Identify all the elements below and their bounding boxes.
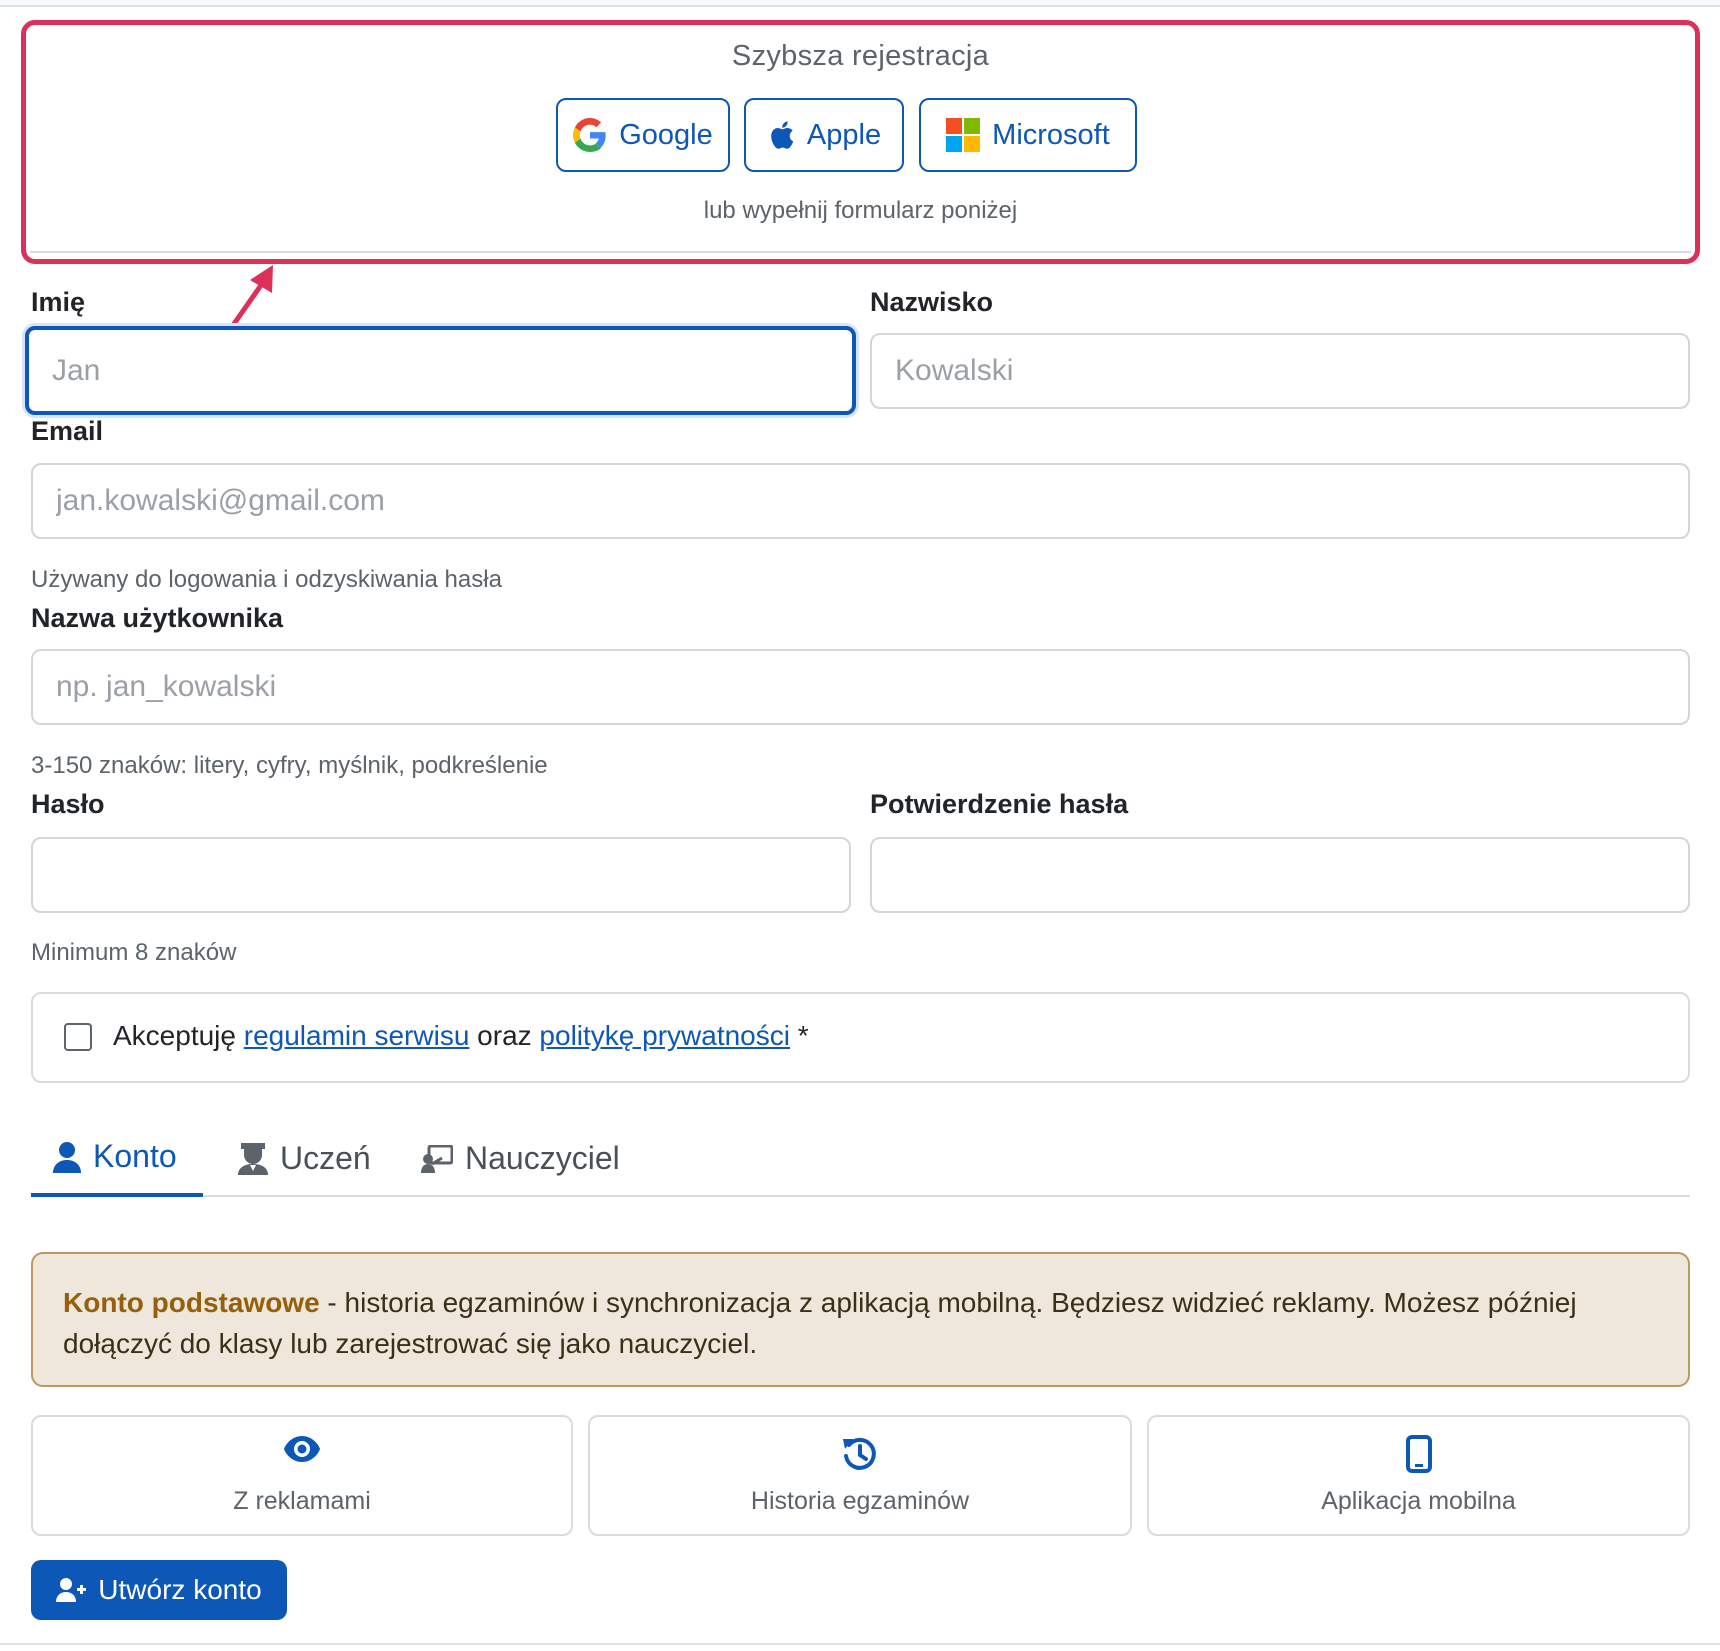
tab-uczen-label: Uczeń <box>280 1140 371 1176</box>
account-type-tabs: Konto Uczeń Nauczyciel <box>31 1120 1690 1197</box>
google-label: Google <box>619 118 713 151</box>
apple-icon <box>771 121 794 149</box>
password-confirm-label: Potwierdzenie hasła <box>870 789 1129 819</box>
privacy-policy-link[interactable]: politykę prywatności <box>539 1020 790 1051</box>
password-confirm-input[interactable] <box>870 837 1690 913</box>
mobile-icon <box>1405 1435 1432 1473</box>
google-signup-button[interactable]: Google <box>556 98 730 172</box>
first-name-input[interactable] <box>25 326 856 415</box>
terms-acceptance-box: Akceptuję regulamin serwisu oraz polityk… <box>31 992 1690 1083</box>
feature-mobile-card: Aplikacja mobilna <box>1147 1415 1690 1536</box>
email-label: Email <box>31 416 104 446</box>
tab-konto[interactable]: Konto <box>31 1120 203 1197</box>
terms-middle: oraz <box>477 1020 532 1051</box>
last-name-input[interactable] <box>870 333 1690 409</box>
feature-history-label: Historia egzaminów <box>750 1487 970 1515</box>
password-help-text: Minimum 8 znaków <box>31 939 237 966</box>
quick-registration-panel: Szybsza rejestracja Google Apple Microso… <box>21 20 1700 264</box>
tab-nauczyciel-label: Nauczyciel <box>465 1140 620 1176</box>
tab-uczen[interactable]: Uczeń <box>238 1120 371 1197</box>
user-plus-icon <box>56 1578 87 1602</box>
tab-nauczyciel[interactable]: Nauczyciel <box>421 1120 620 1197</box>
account-info-alert: Konto podstawowe - historia egzaminów i … <box>31 1252 1690 1387</box>
apple-signup-button[interactable]: Apple <box>744 98 904 172</box>
feature-mobile-label: Aplikacja mobilna <box>1321 1487 1516 1515</box>
tab-konto-label: Konto <box>93 1138 177 1174</box>
history-icon <box>843 1437 876 1470</box>
create-account-button[interactable]: Utwórz konto <box>31 1560 287 1620</box>
feature-ads-card: Z reklamami <box>31 1415 573 1536</box>
quick-registration-title: Szybsza rejestracja <box>731 40 990 72</box>
terms-text: Akceptuję regulamin serwisu oraz polityk… <box>113 1020 809 1052</box>
email-input[interactable] <box>31 463 1690 539</box>
feature-ads-label: Z reklamami <box>233 1487 371 1515</box>
panel-divider <box>30 251 1691 253</box>
microsoft-icon <box>946 118 981 152</box>
terms-checkbox[interactable] <box>64 1023 92 1051</box>
password-label: Hasło <box>31 789 105 819</box>
feature-history-card: Historia egzaminów <box>588 1415 1132 1536</box>
username-input[interactable] <box>31 649 1690 725</box>
top-divider <box>0 0 1720 7</box>
google-icon <box>573 118 606 152</box>
bottom-divider <box>0 1643 1720 1645</box>
password-input[interactable] <box>31 837 851 913</box>
terms-prefix: Akceptuję <box>113 1020 236 1051</box>
terms-required-mark: * <box>797 1020 809 1051</box>
username-help-text: 3-150 znaków: litery, cyfry, myślnik, po… <box>31 752 548 779</box>
create-account-label: Utwórz konto <box>98 1574 262 1605</box>
username-label: Nazwa użytkownika <box>31 603 284 633</box>
student-icon <box>238 1142 268 1175</box>
email-help-text: Używany do logowania i odzyskiwania hasł… <box>31 566 502 593</box>
alert-title: Konto podstawowe <box>63 1287 320 1318</box>
teacher-icon <box>421 1144 453 1173</box>
last-name-label: Nazwisko <box>870 287 994 317</box>
first-name-label: Imię <box>31 287 86 317</box>
user-icon <box>53 1141 81 1173</box>
microsoft-signup-button[interactable]: Microsoft <box>919 98 1137 172</box>
terms-of-service-link[interactable]: regulamin serwisu <box>244 1020 470 1051</box>
apple-label: Apple <box>806 118 882 151</box>
or-fill-form-note: lub wypełnij formularz poniżej <box>703 197 1018 224</box>
microsoft-label: Microsoft <box>992 118 1110 151</box>
eye-icon <box>284 1436 320 1462</box>
